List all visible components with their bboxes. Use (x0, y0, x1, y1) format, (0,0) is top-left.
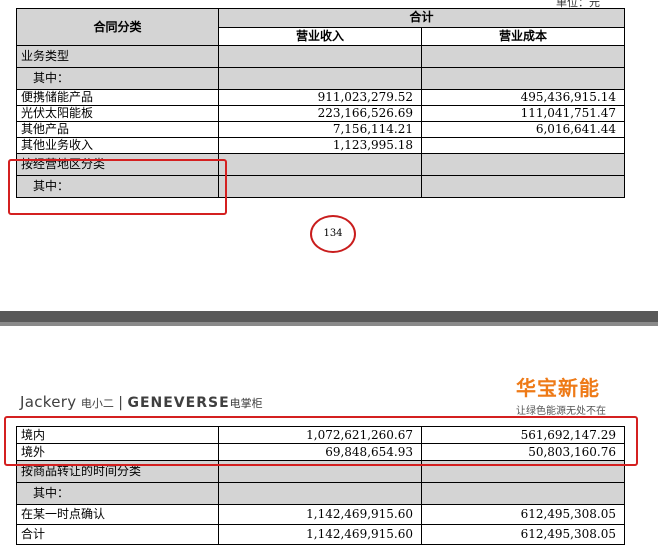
highlight-region-box (8, 159, 227, 215)
geneverse-logo: GENEVERSE (127, 395, 230, 411)
row-revenue: 223,166,526.69 (218, 105, 422, 122)
page-divider-shadow (0, 322, 658, 326)
row-cost: 612,495,308.05 (421, 524, 625, 545)
table-row: 其中： (16, 482, 625, 505)
row-cost (421, 482, 625, 505)
table-row: 其中： (16, 67, 626, 90)
row-label: 合计 (16, 524, 219, 545)
header-cost: 营业成本 (420, 26, 626, 46)
row-label: 其中： (16, 67, 219, 90)
company-slogan: 让绿色能源无处不在 (516, 406, 606, 417)
row-label: 便携储能产品 (16, 89, 219, 106)
table-row: 合计 1,142,469,915.60 612,495,308.05 (16, 524, 625, 545)
row-label: 其中： (16, 482, 219, 505)
row-label: 业务类型 (16, 45, 219, 68)
table-row: 其他业务收入 1,123,995.18 (16, 137, 626, 154)
jackery-logo: Jackery (20, 393, 77, 411)
table-row: 业务类型 (16, 45, 626, 68)
header-total: 合计 (217, 8, 626, 28)
row-revenue (218, 67, 422, 90)
table-row: 光伏太阳能板 223,166,526.69 111,041,751.47 (16, 105, 626, 122)
row-revenue: 1,142,469,915.60 (218, 524, 422, 545)
row-label: 光伏太阳能板 (16, 105, 219, 122)
row-revenue: 911,023,279.52 (218, 89, 422, 106)
row-cost (420, 153, 626, 176)
row-cost: 6,016,641.44 (420, 121, 626, 138)
header-revenue: 营业收入 (218, 26, 422, 46)
geneverse-cn-logo: 电掌柜 (229, 397, 263, 410)
row-label: 其他产品 (16, 121, 219, 138)
row-label: 其他业务收入 (16, 137, 219, 154)
row-revenue: 1,123,995.18 (218, 137, 422, 154)
logo-separator: | (118, 395, 124, 411)
jackery-cn-logo: 电小二 (80, 397, 114, 410)
highlight-region-rows-box (4, 416, 638, 466)
row-revenue (218, 153, 422, 176)
row-revenue (218, 175, 422, 198)
page-divider (0, 311, 658, 322)
row-revenue (218, 45, 422, 68)
brand-logos: Jackery 电小二 | GENEVERSE电掌柜 (20, 393, 263, 411)
company-name: 华宝新能 (516, 376, 600, 400)
row-cost (420, 175, 626, 198)
company-logo: 华宝新能 让绿色能源无处不在 (516, 372, 606, 417)
row-cost: 612,495,308.05 (421, 504, 625, 525)
row-revenue: 1,142,469,915.60 (218, 504, 422, 525)
row-cost: 495,436,915.14 (420, 89, 626, 106)
page-number: 134 (310, 215, 356, 253)
row-cost (420, 45, 626, 68)
row-revenue (218, 482, 422, 505)
row-cost: 111,041,751.47 (420, 105, 626, 122)
row-revenue: 7,156,114.21 (218, 121, 422, 138)
row-label: 在某一时点确认 (16, 504, 219, 525)
table-row: 在某一时点确认 1,142,469,915.60 612,495,308.05 (16, 504, 625, 525)
header-category: 合同分类 (16, 8, 219, 46)
table-row: 便携储能产品 911,023,279.52 495,436,915.14 (16, 89, 626, 106)
row-cost (420, 67, 626, 90)
row-cost (420, 137, 626, 154)
table-row: 其他产品 7,156,114.21 6,016,641.44 (16, 121, 626, 138)
